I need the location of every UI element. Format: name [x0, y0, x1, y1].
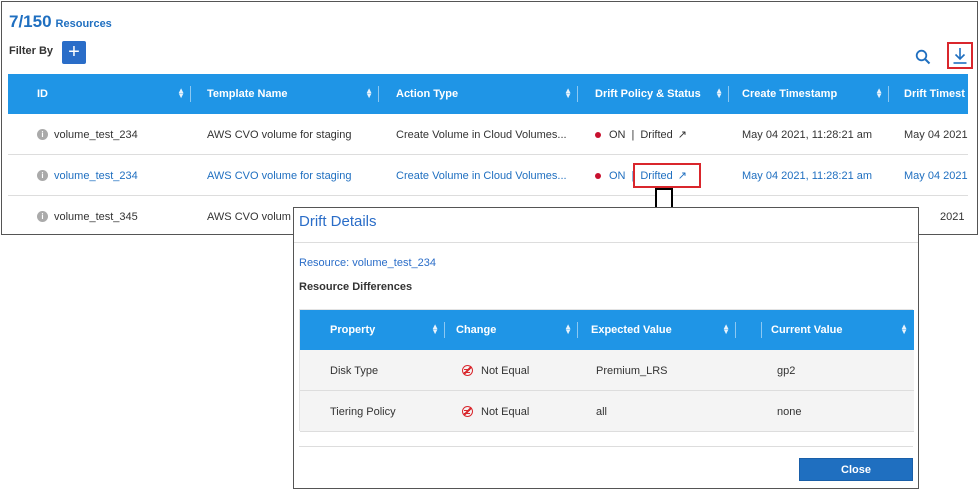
policy-text: ON [609, 128, 626, 141]
close-button[interactable]: Close [799, 458, 913, 481]
column-header-create-ts[interactable]: Create Timestamp ▲ ▼ [729, 74, 889, 114]
sort-icon: ▲ ▼ [715, 86, 723, 100]
cell-text: volume_test_234 [54, 128, 138, 141]
column-header-action[interactable]: Action Type ▲ ▼ [379, 74, 578, 114]
status-dot [595, 131, 601, 138]
info-icon: i [37, 170, 48, 181]
column-header-change[interactable]: Change ▲ ▼ [445, 310, 578, 350]
drift-details-dialog: Drift Details Resource: volume_test_234 … [293, 207, 919, 489]
policy-text: ON [609, 169, 626, 182]
column-label: Change [456, 324, 497, 336]
resource-line: Resource: volume_test_234 [299, 257, 436, 269]
cell-current: none [777, 405, 802, 418]
column-header-drift-ts[interactable]: Drift Timest [889, 74, 968, 114]
cell-drift-policy: ON | Drifted ↗ [595, 114, 729, 155]
filter-by-label: Filter By [9, 45, 54, 57]
cell-template: AWS CVO volume for staging [207, 128, 352, 141]
drifted-highlight-box [633, 163, 701, 188]
cell-text: volume_test_234 [54, 169, 138, 182]
column-spacer [736, 310, 762, 350]
differences-table: Property ▲ ▼ Change ▲ ▼ Expected Value ▲ ▼ Cur… [299, 309, 914, 432]
resources-panel: 7/150 Resources Filter By + ID ▲ ▼ Template… [1, 1, 978, 235]
count-label: Resources [55, 18, 112, 30]
drifted-link[interactable]: Drifted [640, 129, 672, 141]
column-header-property[interactable]: Property ▲ ▼ [300, 310, 445, 350]
sort-icon: ▲ ▼ [875, 86, 883, 100]
resource-value: volume_test_234 [352, 257, 436, 269]
search-icon[interactable] [915, 49, 931, 65]
dialog-title: Drift Details [299, 213, 377, 230]
not-equal-icon [462, 406, 473, 417]
column-header-template[interactable]: Template Name ▲ ▼ [191, 74, 379, 114]
column-label: Expected Value [591, 324, 672, 336]
cell-text: Not Equal [481, 364, 530, 377]
cell-expected: all [596, 405, 608, 418]
sort-icon: ▲ ▼ [564, 86, 572, 100]
cell-change: Not Equal [462, 391, 578, 432]
section-heading: Resource Differences [299, 281, 413, 293]
sort-icon: ▲ ▼ [564, 322, 572, 336]
cell-created: May 04 2021, 11:28:21 am [742, 169, 873, 182]
cell-drift-ts: May 04 2021 [904, 128, 968, 141]
status-dot [595, 172, 601, 179]
sort-icon: ▲ ▼ [900, 322, 908, 336]
column-label: Property [330, 324, 376, 336]
download-button[interactable] [947, 42, 973, 69]
download-icon [953, 47, 967, 64]
column-label: ID [37, 88, 48, 100]
table-header: ID ▲ ▼ Template Name ▲ ▼ Action Type ▲ ▼ Drift… [8, 74, 968, 114]
not-equal-icon [462, 365, 473, 376]
cell-id: i volume_test_345 [37, 196, 191, 234]
column-label: Template Name [207, 88, 288, 100]
sort-icon: ▲ ▼ [177, 86, 185, 100]
cell-property: Disk Type [330, 364, 379, 377]
sort-icon: ▲ ▼ [431, 322, 439, 336]
column-header-id[interactable]: ID ▲ ▼ [8, 74, 191, 114]
add-filter-button[interactable]: + [62, 41, 86, 64]
resource-label: Resource: [299, 257, 350, 269]
table-row[interactable]: i volume_test_234 AWS CVO volume for stag… [8, 114, 968, 155]
sort-icon: ▲ ▼ [722, 322, 730, 336]
cell-drift-ts: 2021 [940, 210, 965, 223]
cell-expected: Premium_LRS [596, 364, 668, 377]
cell-action: Create Volume in Cloud Volumes... [396, 169, 567, 182]
cell-drift-ts: May 04 2021 [904, 169, 968, 182]
column-label: Drift Policy & Status [595, 88, 701, 100]
cell-action: Create Volume in Cloud Volumes... [396, 128, 567, 141]
table-row[interactable]: i volume_test_234 AWS CVO volume for stag… [8, 155, 968, 196]
differences-header: Property ▲ ▼ Change ▲ ▼ Expected Value ▲ ▼ Cur… [300, 310, 914, 350]
column-label: Action Type [396, 88, 459, 100]
column-header-drift-policy[interactable]: Drift Policy & Status ▲ ▼ [578, 74, 729, 114]
table-row: Tiering Policy Not Equal all none [300, 391, 914, 432]
cell-text: volume_test_345 [54, 210, 138, 223]
cell-change: Not Equal [462, 350, 578, 391]
cell-template: AWS CVO volume for staging [207, 169, 352, 182]
cell-id: i volume_test_234 [37, 155, 191, 196]
info-icon: i [37, 129, 48, 140]
cell-id: i volume_test_234 [37, 114, 191, 155]
column-label: Create Timestamp [742, 88, 838, 100]
table-row: Disk Type Not Equal Premium_LRS gp2 [300, 350, 914, 391]
sort-icon: ▲ ▼ [365, 86, 373, 100]
cell-created: May 04 2021, 11:28:21 am [742, 128, 873, 141]
count-value: 7/150 [9, 12, 52, 31]
cell-property: Tiering Policy [330, 405, 396, 418]
column-header-expected[interactable]: Expected Value ▲ ▼ [578, 310, 736, 350]
column-label: Drift Timest [904, 88, 965, 100]
external-arrow-icon: ↗ [677, 129, 687, 141]
cell-current: gp2 [777, 364, 796, 377]
cell-text: Not Equal [481, 405, 530, 418]
resource-count: 7/150 Resources [9, 12, 112, 32]
column-label: Current Value [771, 324, 843, 336]
info-icon: i [37, 211, 48, 222]
column-header-current[interactable]: Current Value ▲ ▼ [762, 310, 914, 350]
